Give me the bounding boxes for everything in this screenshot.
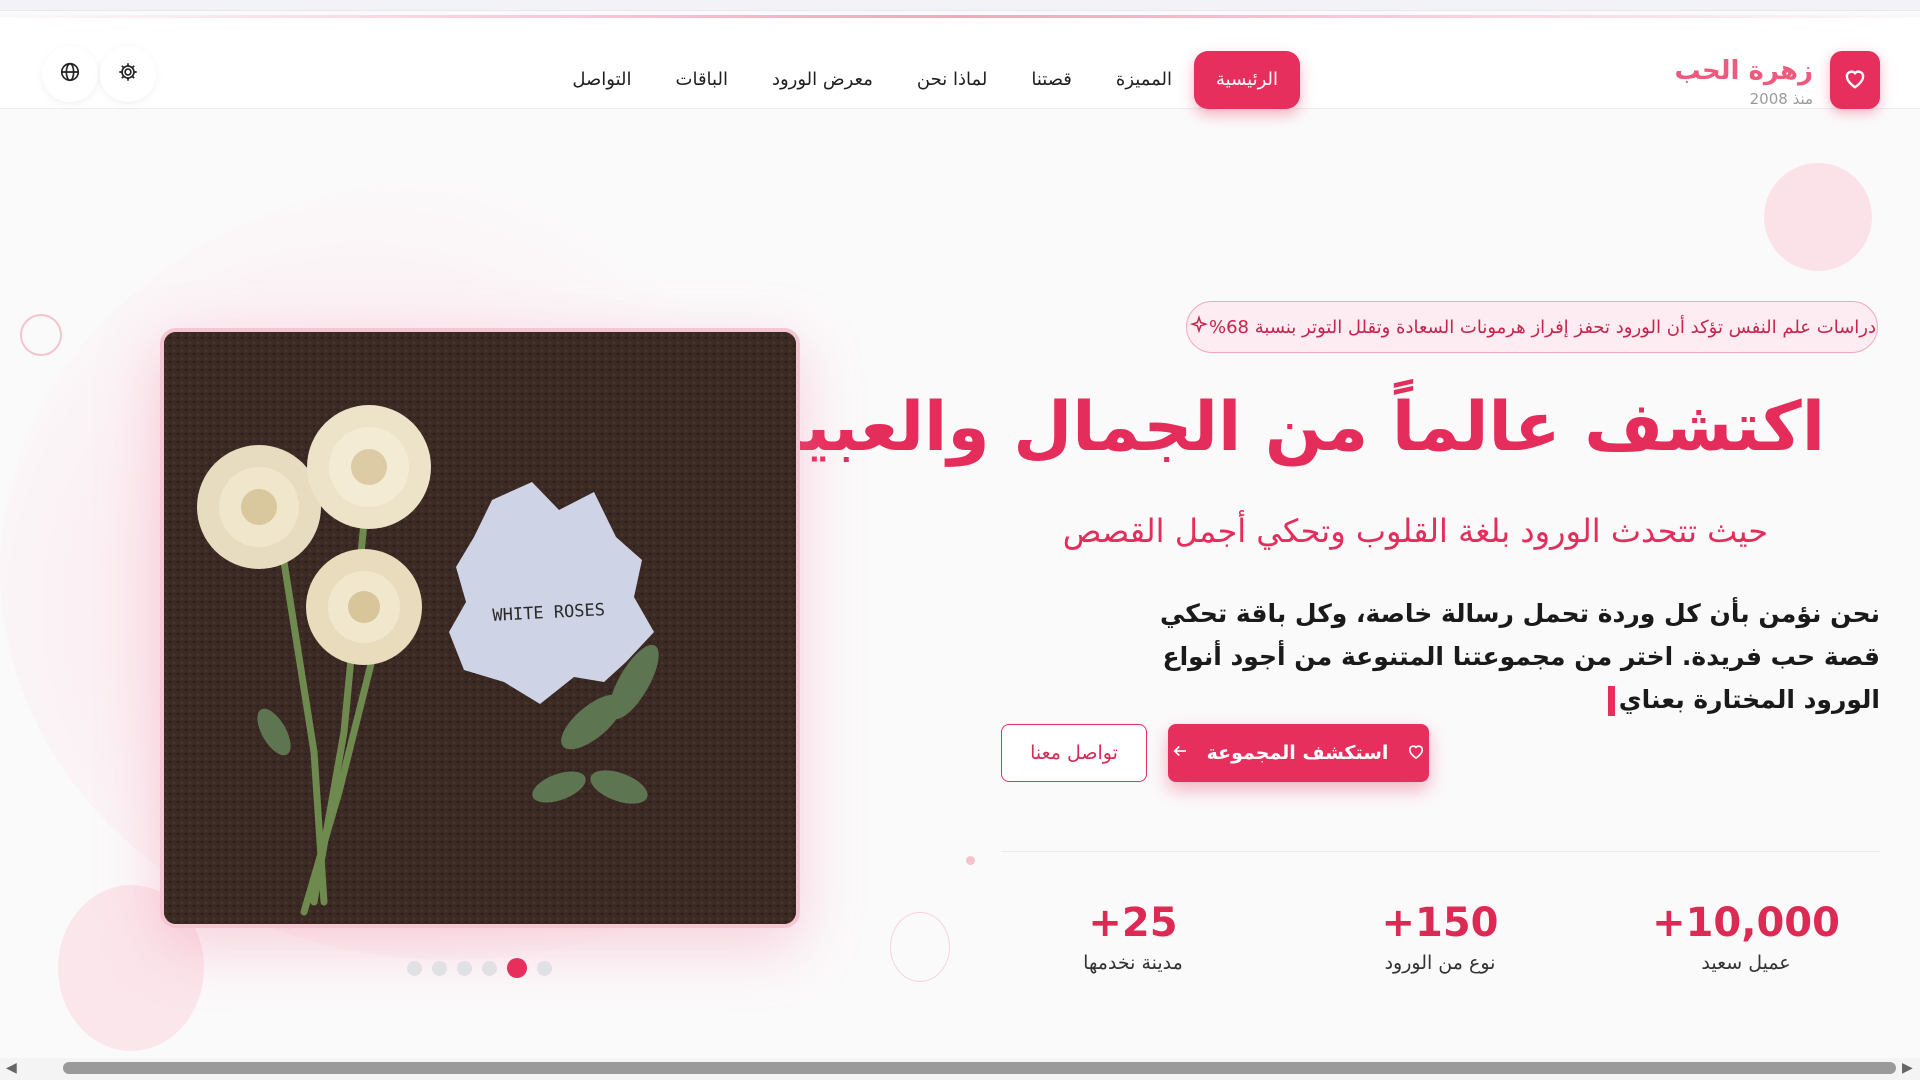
typing-cursor	[1607, 686, 1615, 716]
contact-us-button[interactable]: تواصل معنا	[1001, 724, 1147, 782]
browser-top-bar	[0, 0, 1920, 11]
slider-dot-active[interactable]	[507, 958, 527, 978]
slider-dot[interactable]	[482, 960, 497, 976]
hero-slide-image[interactable]: WHITE ROSES	[160, 328, 800, 928]
hero-description-text: نحن نؤمن بأن كل وردة تحمل رسالة خاصة، وك…	[1159, 599, 1880, 714]
arrow-left-icon	[1171, 742, 1189, 765]
hero-badge: دراسات علم النفس تؤكد أن الورود تحفز إفر…	[1186, 301, 1878, 353]
hero-title: اكتشف عالماً من الجمال والعبير	[762, 388, 1825, 467]
nav-item-home[interactable]: الرئيسية	[1194, 51, 1300, 109]
decor-ring	[890, 912, 950, 982]
globe-icon	[59, 61, 81, 87]
hero-badge-text: دراسات علم النفس تؤكد أن الورود تحفز إفر…	[1209, 316, 1876, 338]
decor-dot	[966, 856, 975, 865]
stat-customers: +10,000 عميل سعيد	[1636, 900, 1856, 974]
stat-label: مدينة نخدمها	[1083, 952, 1183, 974]
stat-value: +150	[1381, 900, 1499, 946]
stat-label: عميل سعيد	[1701, 952, 1791, 974]
stat-value: +10,000	[1652, 900, 1840, 946]
gear-icon	[117, 61, 139, 87]
header-accent-line	[0, 15, 1920, 18]
nav-item-contact[interactable]: التواصل	[550, 51, 653, 109]
decor-circle	[1764, 163, 1872, 271]
stat-value: +25	[1088, 900, 1178, 946]
slider-dot[interactable]	[432, 960, 447, 976]
brand-name[interactable]: زهرة الحب	[1674, 56, 1813, 86]
explore-collection-label: استكشف المجموعة	[1206, 742, 1389, 764]
hero-subtitle: حيث تتحدث الورود بلغة القلوب وتحكي أجمل …	[1062, 512, 1768, 550]
brand-since: منذ 2008	[1749, 90, 1813, 108]
slider-pagination	[407, 958, 552, 978]
slider-dot[interactable]	[407, 960, 422, 976]
scroll-right-arrow-icon[interactable]: ▶	[1902, 1060, 1913, 1076]
nav-item-featured[interactable]: المميزة	[1094, 51, 1194, 109]
sparkle-icon	[1189, 314, 1209, 340]
scrollbar-thumb[interactable]	[63, 1062, 1896, 1074]
slider-dot[interactable]	[537, 960, 552, 976]
stat-cities: +25 مدينة نخدمها	[1023, 900, 1243, 974]
scroll-left-arrow-icon[interactable]: ◀	[6, 1060, 17, 1076]
explore-collection-button[interactable]: استكشف المجموعة	[1168, 724, 1429, 782]
language-button[interactable]	[42, 46, 98, 102]
slider-dot[interactable]	[457, 960, 472, 976]
nav-item-packages[interactable]: الباقات	[654, 51, 750, 109]
nav-item-our-story[interactable]: قصتنا	[1009, 51, 1094, 109]
nav-item-gallery[interactable]: معرض الورود	[750, 51, 895, 109]
heart-icon	[1842, 65, 1868, 95]
stat-label: نوع من الورود	[1384, 952, 1496, 974]
white-roses-illustration: WHITE ROSES	[164, 332, 796, 924]
site-header: الرئيسية المميزة قصتنا لماذا نحن معرض ال…	[0, 18, 1920, 109]
stat-rose-types: +150 نوع من الورود	[1330, 900, 1550, 974]
decor-ring	[20, 314, 62, 356]
hero-description: نحن نؤمن بأن كل وردة تحمل رسالة خاصة، وك…	[1100, 592, 1880, 721]
main-nav: الرئيسية المميزة قصتنا لماذا نحن معرض ال…	[560, 51, 1300, 109]
stats-divider	[1001, 851, 1880, 852]
heart-icon	[1406, 741, 1426, 766]
settings-button[interactable]	[100, 46, 156, 102]
nav-item-why-us[interactable]: لماذا نحن	[895, 51, 1009, 109]
brand-logo[interactable]	[1830, 51, 1880, 109]
